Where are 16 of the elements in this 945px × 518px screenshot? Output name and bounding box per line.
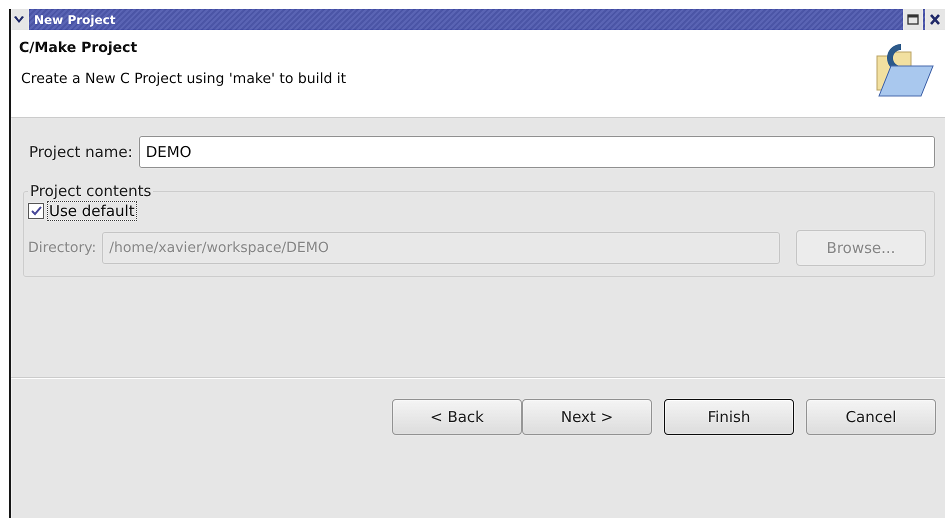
page-description: Create a New C Project using 'make' to build it <box>21 71 346 87</box>
wizard-button[interactable]: Cancel <box>806 399 936 435</box>
wizard-button[interactable]: Next > <box>522 399 652 435</box>
checkbox[interactable] <box>28 203 44 219</box>
maximize-icon[interactable] <box>907 14 919 25</box>
wizard-button[interactable]: < Back <box>392 399 522 435</box>
field-label: Directory: <box>28 240 96 256</box>
wizard-button[interactable]: Finish <box>664 399 794 435</box>
page-title: C/Make Project <box>19 40 138 56</box>
project-name-field[interactable]: DEMO <box>138 136 935 168</box>
group-title: Project contents <box>29 182 152 200</box>
checkbox-label[interactable]: Use default <box>48 202 136 220</box>
window-menu-icon[interactable] <box>13 14 25 24</box>
close-icon[interactable] <box>930 14 940 25</box>
field-label: Project name: <box>29 143 133 161</box>
window-title: New Project <box>33 12 117 26</box>
